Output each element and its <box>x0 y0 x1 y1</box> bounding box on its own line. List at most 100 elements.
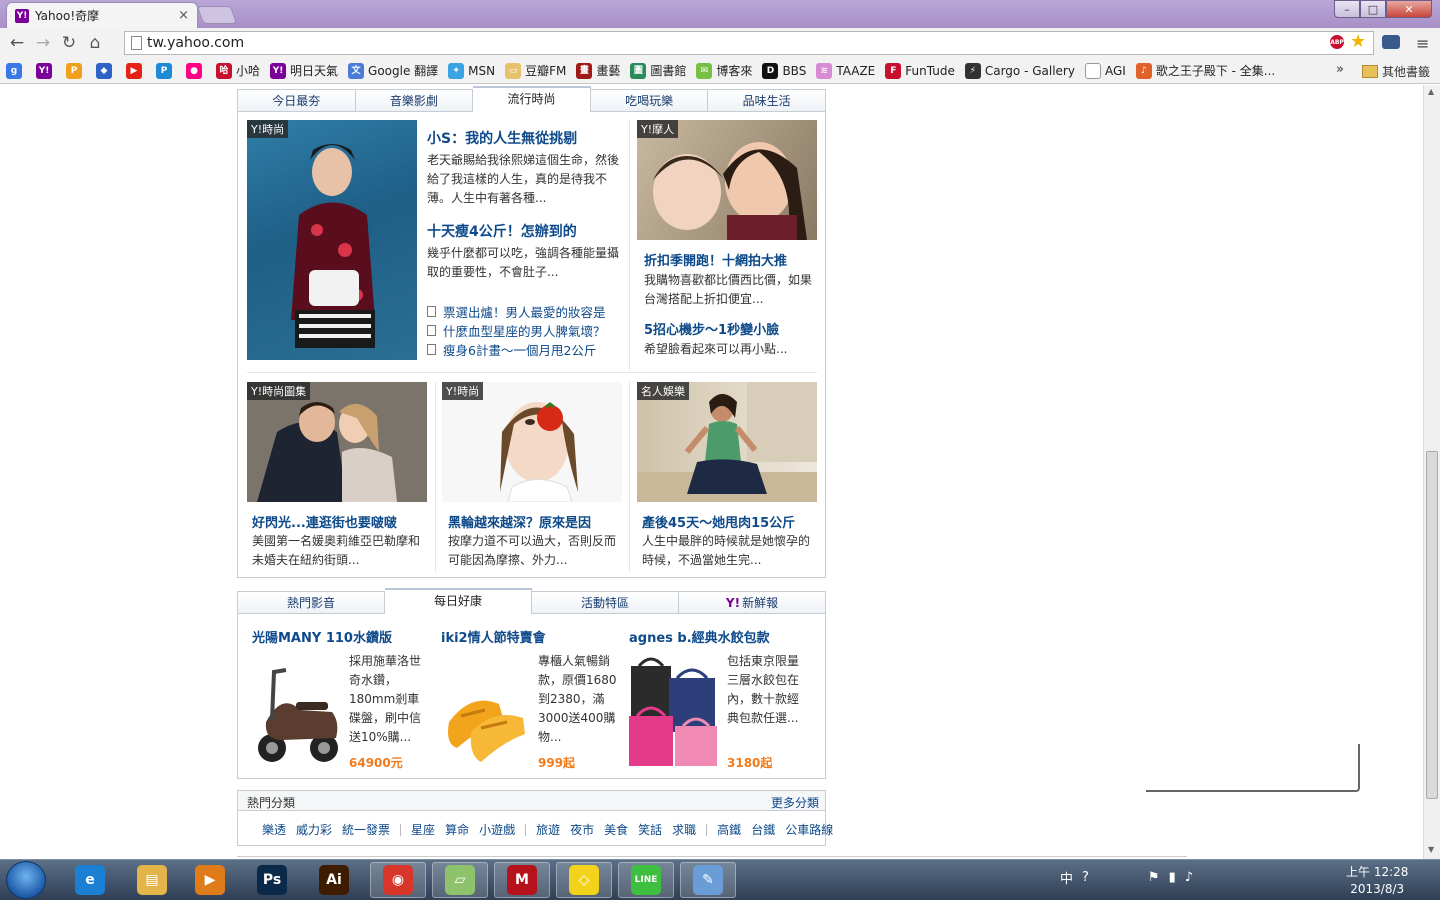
card-title[interactable]: 產後45天～她甩肉15公斤 <box>642 512 795 531</box>
second-story-title[interactable]: 十天瘦4公斤！怎辦到的 <box>427 221 577 241</box>
minimize-button[interactable]: – <box>1334 0 1360 18</box>
browser-tab[interactable]: Y! Yahoo!奇摩 × <box>6 2 198 28</box>
tab-2[interactable]: 音樂影劇 <box>355 90 474 111</box>
forward-button[interactable]: → <box>30 30 56 56</box>
reload-button[interactable]: ↻ <box>56 30 82 56</box>
bookmark-item[interactable]: 圖圖書館 <box>630 62 686 79</box>
card-photo[interactable]: Y!時尚 <box>442 382 622 502</box>
close-window-button[interactable]: ✕ <box>1386 0 1432 18</box>
bookmark-item[interactable]: ≋ TAAZE <box>816 62 875 79</box>
deal-title[interactable]: 光陽MANY 110水鑽版 <box>252 627 392 646</box>
taskbar-mcafee-button[interactable]: M <box>494 862 550 898</box>
taskbar-keychain-button[interactable]: ◇ <box>556 862 612 898</box>
vertical-scrollbar[interactable]: ▲ ▼ <box>1423 85 1440 859</box>
taskbar-line-button[interactable]: LINE <box>618 862 674 898</box>
category-link[interactable]: 求職 <box>672 821 696 838</box>
camera-extension-icon[interactable] <box>1382 35 1400 49</box>
category-link[interactable]: 星座 <box>411 821 435 838</box>
bookmark-item[interactable]: ● <box>186 62 206 79</box>
category-link[interactable]: 台鐵 <box>751 821 775 838</box>
address-bar[interactable]: tw.yahoo.com <box>124 31 1374 55</box>
other-bookmarks-button[interactable]: 其他書籤 <box>1362 63 1430 80</box>
lead-photo[interactable]: Y!時尚 <box>247 120 417 360</box>
new-tab-button[interactable] <box>196 6 238 24</box>
category-link[interactable]: 樂透 <box>262 821 286 838</box>
network-signal-icon[interactable]: ▮ <box>1169 870 1176 885</box>
category-link[interactable]: 算命 <box>445 821 469 838</box>
bookmark-item[interactable]: ♪ 歌之王子殿下 - 全集... <box>1135 62 1275 79</box>
scooter-image[interactable] <box>252 652 342 768</box>
bookmarks-overflow-icon[interactable]: » <box>1336 62 1344 77</box>
bookmark-item[interactable]: 畫畫藝 <box>576 62 620 79</box>
bookmark-item[interactable]: 文 Google 翻譯 <box>348 62 438 79</box>
tab-4[interactable]: 吃喝玩樂 <box>590 90 709 111</box>
category-link[interactable]: 統一發票 <box>342 821 390 838</box>
bookmark-item[interactable]: D BBS <box>762 62 806 79</box>
bookmark-item[interactable]: Y! 明日天氣 <box>270 62 338 79</box>
handbags-image[interactable] <box>629 652 719 768</box>
card-photo[interactable]: Y!時尚圖集 <box>247 382 427 502</box>
side-story-title[interactable]: 折扣季開跑！十網拍大推 <box>644 250 787 269</box>
category-link[interactable]: 小遊戲 <box>479 821 515 838</box>
start-button[interactable] <box>6 861 46 899</box>
card-title[interactable]: 黑輪越來越深？原來是因 <box>448 512 591 531</box>
bookmark-item[interactable]: 哈小哈 <box>216 62 260 79</box>
back-button[interactable]: ← <box>4 30 30 56</box>
bookmark-item[interactable]: g <box>6 62 26 79</box>
scroll-down-icon[interactable]: ▼ <box>1428 845 1434 854</box>
system-clock[interactable]: 上午 12:28 2013/8/3 <box>1346 864 1408 898</box>
lead-story-title[interactable]: 小S：我的人生無從挑剔 <box>427 128 577 148</box>
home-button[interactable]: ⌂ <box>82 30 108 56</box>
tab-3[interactable]: 流行時尚 <box>473 86 591 112</box>
tab-1[interactable]: 熱門影音 <box>238 592 385 613</box>
bookmark-item[interactable]: F FunTude <box>885 62 955 79</box>
related-link[interactable]: 瘦身6計畫～一個月甩2公斤 <box>427 340 596 359</box>
tab-2[interactable]: 每日好康 <box>385 588 532 614</box>
taskbar-files-button[interactable]: ▱ <box>432 862 488 898</box>
taskbar-photoshop-button[interactable]: Ps <box>244 862 300 898</box>
related-link[interactable]: 票選出爐！男人最愛的妝容是 <box>427 302 606 321</box>
category-link[interactable]: 美食 <box>604 821 628 838</box>
close-tab-icon[interactable]: × <box>178 8 189 23</box>
tab-1[interactable]: 今日最夯 <box>238 90 356 111</box>
bookmark-item[interactable]: ⚡ Cargo - Gallery <box>964 62 1075 79</box>
deal-title[interactable]: iki2情人節特賣會 <box>441 627 546 646</box>
card-title[interactable]: 好閃光...連逛街也要啵啵 <box>252 512 397 531</box>
sandals-image[interactable] <box>441 652 531 768</box>
taskbar-media-player-button[interactable]: ▶ <box>182 862 238 898</box>
bookmark-item[interactable]: ✦ MSN <box>448 62 495 79</box>
adblock-icon[interactable]: ABP <box>1330 35 1344 49</box>
side-story-title[interactable]: 5招心機步～1秒變小臉 <box>644 319 779 338</box>
side-photo[interactable]: Y!摩人 <box>637 120 817 240</box>
bookmark-item[interactable]: ✉ 博客來 <box>696 62 752 79</box>
action-center-flag-icon[interactable]: ⚑ <box>1148 870 1160 885</box>
taskbar-chrome-button[interactable]: ◉ <box>370 862 426 898</box>
floating-popup[interactable] <box>1146 744 1360 792</box>
chrome-menu-icon[interactable]: ≡ <box>1416 34 1429 53</box>
category-link[interactable]: 威力彩 <box>296 821 332 838</box>
category-link[interactable]: 旅遊 <box>536 821 560 838</box>
bookmark-item[interactable]: ▭ 豆瓣FM <box>505 62 566 79</box>
taskbar-illustrator-button[interactable]: Ai <box>306 862 362 898</box>
bookmark-star-icon[interactable]: ★ <box>1350 31 1366 52</box>
bookmark-item[interactable]: ◆ <box>96 62 116 79</box>
tab-3[interactable]: 活動特區 <box>532 592 679 613</box>
bookmark-item[interactable]: AGI <box>1084 62 1126 79</box>
card-photo[interactable]: 名人娛樂 <box>637 382 817 502</box>
maximize-button[interactable]: □ <box>1360 0 1386 18</box>
category-link[interactable]: 公車路線 <box>785 821 833 838</box>
category-link[interactable]: 笑話 <box>638 821 662 838</box>
scrollbar-thumb[interactable] <box>1426 451 1438 799</box>
taskbar-ie-button[interactable]: e <box>62 862 118 898</box>
bookmark-item[interactable]: P <box>156 62 176 79</box>
related-link[interactable]: 什麼血型星座的男人脾氣壞？ <box>427 321 606 340</box>
category-link[interactable]: 高鐵 <box>717 821 741 838</box>
category-link[interactable]: 夜市 <box>570 821 594 838</box>
scroll-up-icon[interactable]: ▲ <box>1428 87 1434 96</box>
tab-4[interactable]: Y! 新鮮報 <box>679 592 825 613</box>
help-icon[interactable]: ? <box>1082 870 1089 885</box>
ime-icon[interactable]: 中 <box>1060 868 1073 887</box>
bookmark-item[interactable]: ▶ <box>126 62 146 79</box>
volume-icon[interactable]: ♪ <box>1185 870 1193 885</box>
deal-title[interactable]: agnes b.經典水餃包款 <box>629 627 770 646</box>
